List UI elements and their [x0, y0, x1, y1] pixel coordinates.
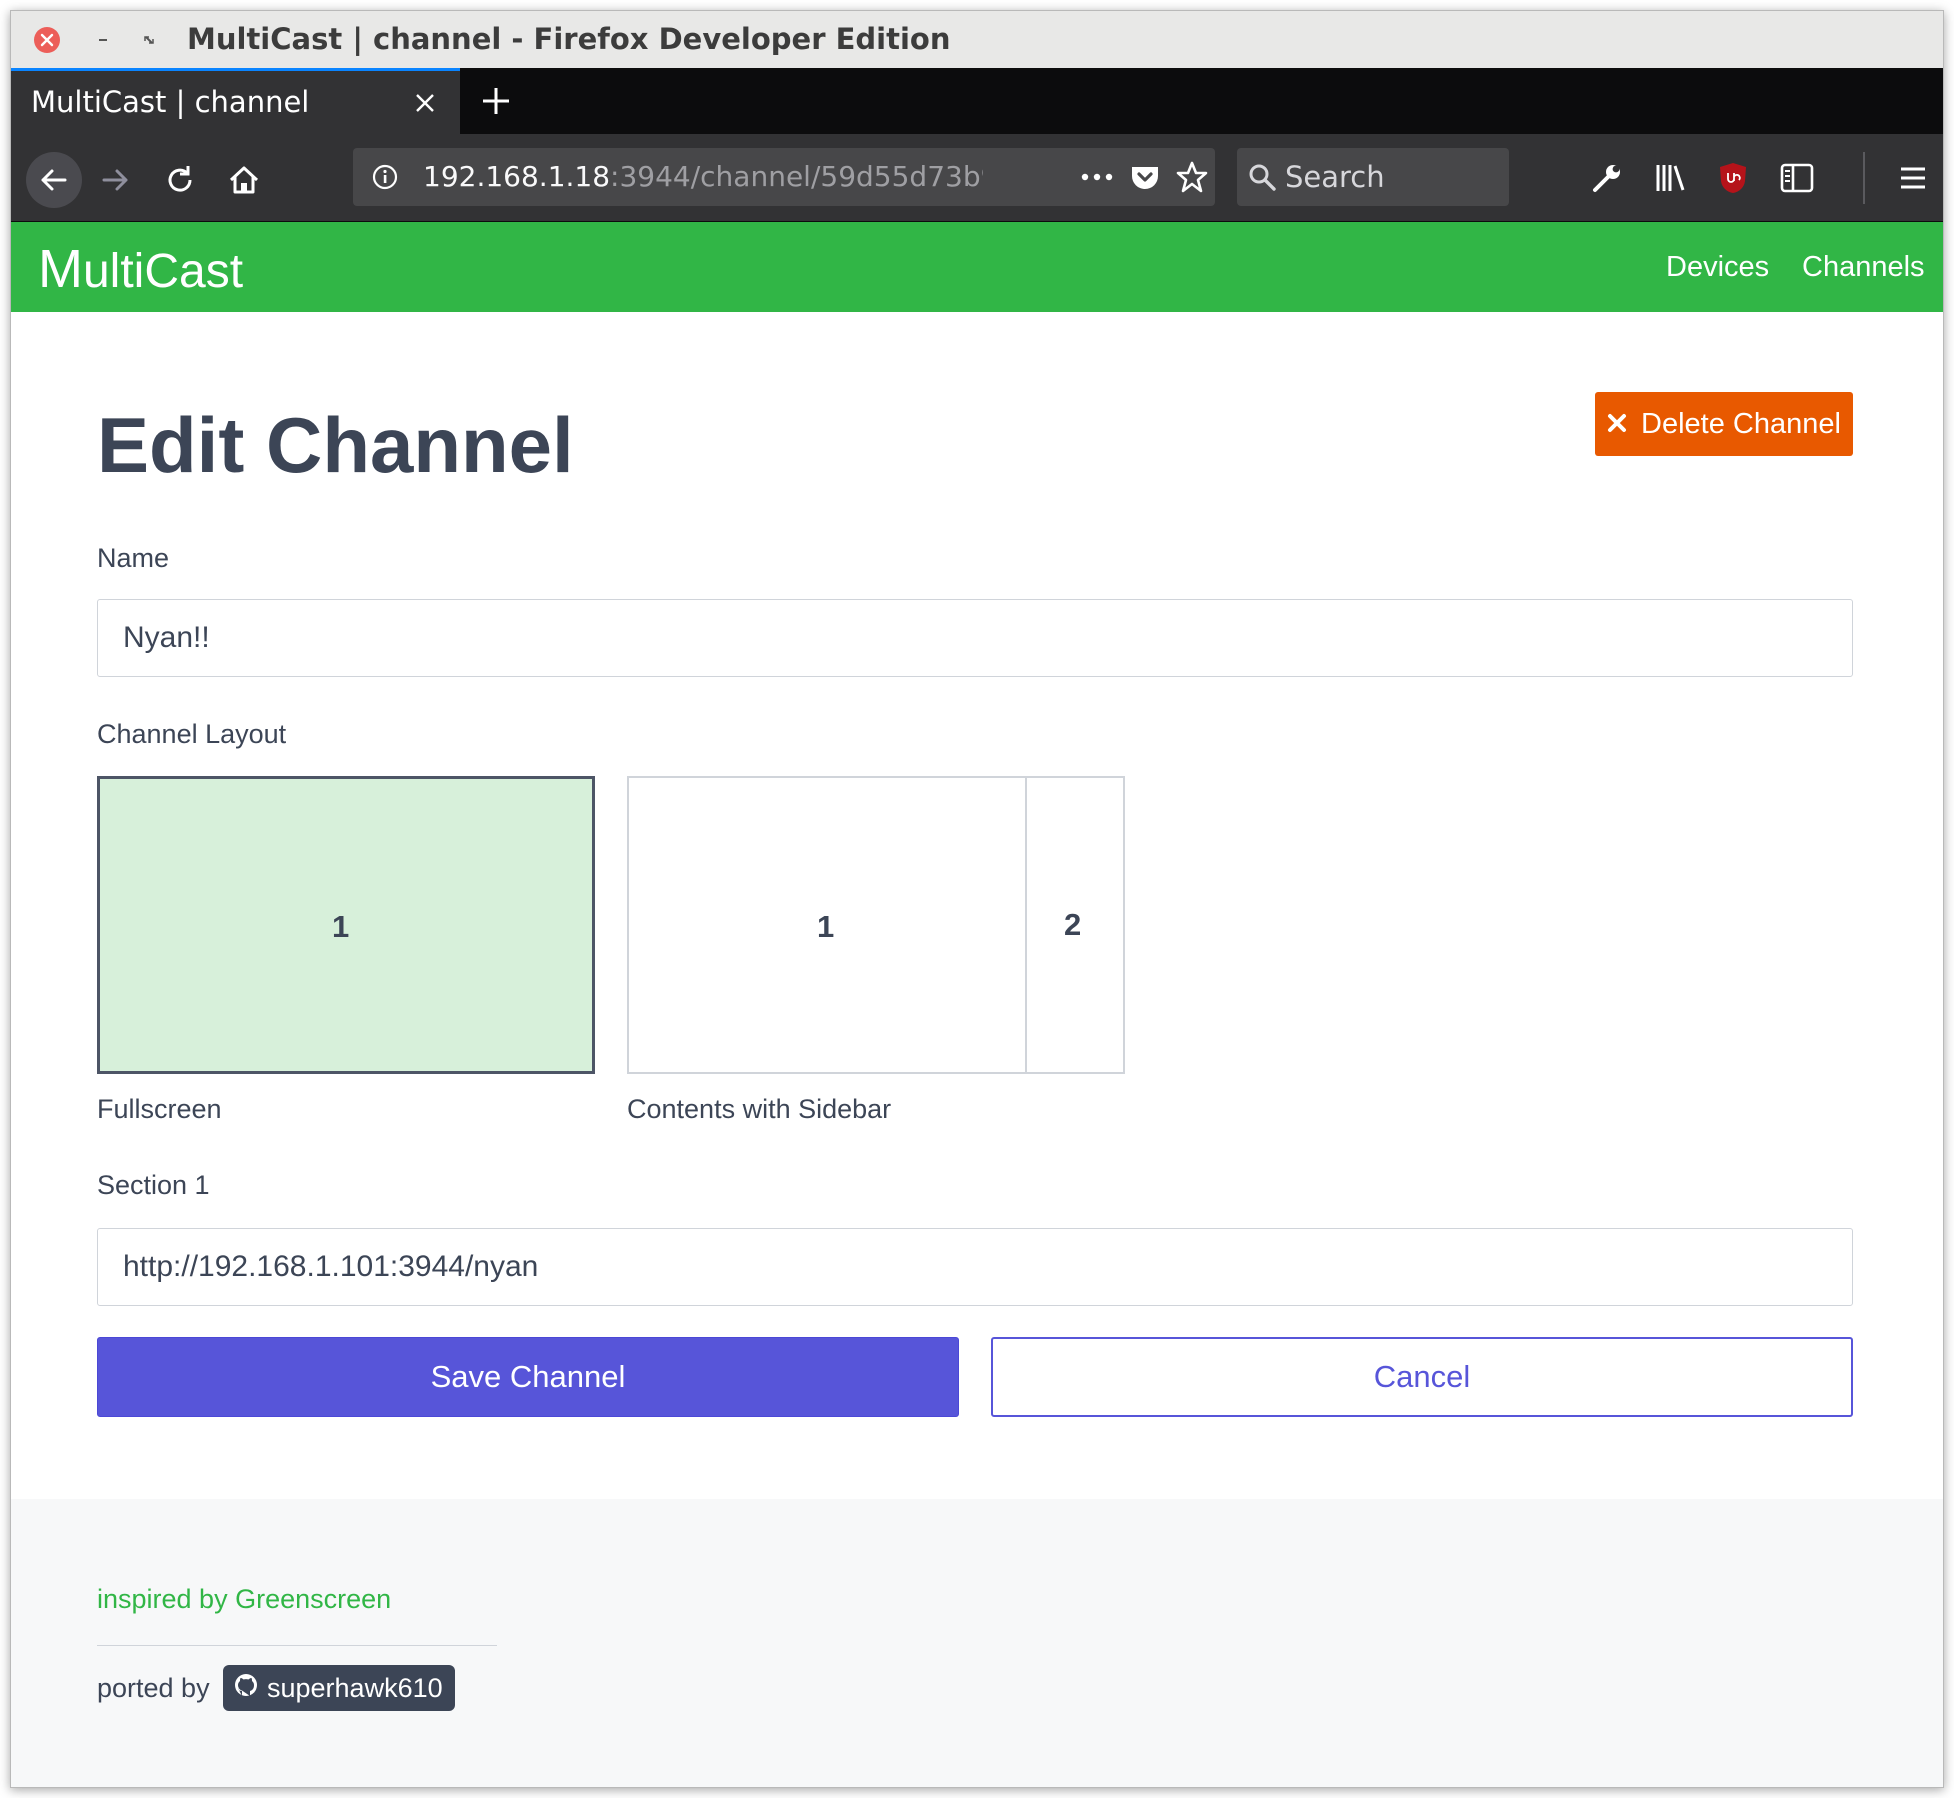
- url-text: 192.168.1.18:3944/channel/59d55d73b99cb: [423, 148, 983, 206]
- footer-divider: [97, 1645, 497, 1646]
- section-1-label: Section 1: [97, 1170, 210, 1200]
- layout-option-contents-with-sidebar[interactable]: 1 2: [627, 776, 1125, 1074]
- name-input[interactable]: Nyan!!: [97, 599, 1853, 677]
- page-title: Edit Channel: [97, 401, 574, 489]
- app-navbar: MultiCast Devices Channels: [11, 222, 1943, 312]
- footer: inspired by Greenscreen ported by superh…: [11, 1499, 1943, 1787]
- forward-icon[interactable]: [91, 156, 139, 204]
- ublock-icon[interactable]: [1709, 154, 1757, 202]
- url-host: 192.168.1.18: [423, 160, 611, 193]
- maximize-icon[interactable]: [136, 27, 162, 53]
- save-channel-button[interactable]: Save Channel: [97, 1337, 959, 1417]
- inspired-prefix: inspired by: [97, 1584, 228, 1614]
- tab-close-icon[interactable]: [411, 89, 439, 117]
- tab-bar: MultiCast | channel: [11, 68, 1943, 134]
- cancel-button[interactable]: Cancel: [991, 1337, 1853, 1417]
- channel-layout-label: Channel Layout: [97, 719, 287, 749]
- url-path: :3944/channel/59d55d73b99cb: [610, 160, 983, 193]
- brand-logo[interactable]: MultiCast: [38, 222, 243, 312]
- delete-channel-button[interactable]: Delete Channel: [1595, 392, 1853, 456]
- inspired-by-text: inspired by Greenscreen: [97, 1584, 391, 1615]
- new-tab-icon[interactable]: [479, 84, 513, 118]
- times-icon: [1607, 408, 1627, 441]
- reload-icon[interactable]: [156, 156, 204, 204]
- github-icon: [233, 1672, 259, 1705]
- layout-section-number: 2: [1064, 907, 1082, 942]
- ported-by-text: ported by: [97, 1673, 210, 1703]
- brand-first-letter: M: [38, 239, 83, 299]
- info-icon[interactable]: [371, 163, 399, 195]
- browser-window: MultiCast | channel - Firefox Developer …: [10, 10, 1944, 1788]
- search-placeholder: Search: [1285, 160, 1385, 194]
- window-title: MultiCast | channel - Firefox Developer …: [187, 22, 951, 56]
- nav-link-devices[interactable]: Devices: [1666, 222, 1769, 312]
- brand-rest: ultiCast: [82, 245, 244, 298]
- layout-caption-contents-with-sidebar: Contents with Sidebar: [627, 1094, 892, 1124]
- pocket-icon[interactable]: [1129, 161, 1161, 197]
- name-label: Name: [97, 543, 170, 573]
- wrench-icon[interactable]: [1583, 154, 1631, 202]
- layout-caption-fullscreen: Fullscreen: [97, 1094, 222, 1124]
- search-bar[interactable]: Search: [1237, 148, 1509, 206]
- layout-section-number: 1: [817, 909, 835, 944]
- sidebar-icon[interactable]: [1773, 154, 1821, 202]
- nav-link-channels[interactable]: Channels: [1802, 222, 1925, 312]
- tab-active[interactable]: MultiCast | channel: [11, 68, 460, 134]
- greenscreen-link[interactable]: Greenscreen: [235, 1584, 391, 1614]
- github-username: superhawk610: [267, 1672, 443, 1703]
- back-icon[interactable]: [26, 152, 82, 208]
- github-user-badge[interactable]: superhawk610: [223, 1665, 455, 1711]
- hamburger-menu-icon[interactable]: [1889, 154, 1937, 202]
- section-1-url-input[interactable]: http://192.168.1.101:3944/nyan: [97, 1228, 1853, 1306]
- delete-channel-label: Delete Channel: [1641, 407, 1841, 440]
- layout-section-number: 1: [332, 909, 350, 944]
- layout-option-fullscreen[interactable]: 1: [97, 776, 595, 1074]
- bookmark-star-icon[interactable]: [1175, 160, 1209, 198]
- navigation-toolbar: 192.168.1.18:3944/channel/59d55d73b99cb …: [11, 134, 1943, 222]
- layout-divider: [1025, 778, 1027, 1072]
- tab-title: MultiCast | channel: [31, 85, 310, 119]
- search-icon: [1247, 162, 1277, 196]
- close-window-icon[interactable]: [34, 27, 60, 53]
- library-icon[interactable]: [1647, 154, 1695, 202]
- more-icon[interactable]: [1079, 163, 1115, 195]
- url-bar[interactable]: 192.168.1.18:3944/channel/59d55d73b99cb: [353, 148, 1215, 206]
- title-bar: MultiCast | channel - Firefox Developer …: [11, 11, 1943, 69]
- home-icon[interactable]: [220, 156, 268, 204]
- toolbar-separator: [1863, 152, 1865, 204]
- minimize-icon[interactable]: [90, 27, 116, 53]
